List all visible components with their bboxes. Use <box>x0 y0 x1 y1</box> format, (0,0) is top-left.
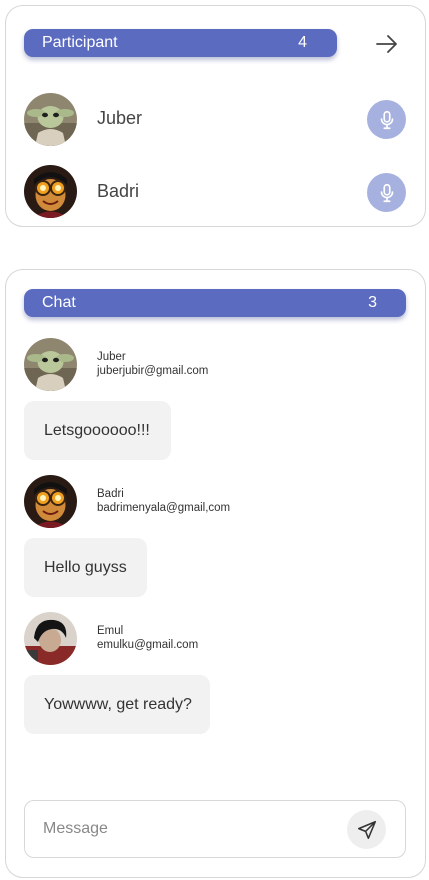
yoda-avatar <box>24 338 77 391</box>
message-bubble: Letsgoooooo!!! <box>24 401 171 460</box>
message-sender-email: emulku@gmail.com <box>97 639 199 651</box>
participant-name: Badri <box>97 181 140 201</box>
mic-icon <box>380 183 393 202</box>
message-input[interactable] <box>43 818 333 840</box>
arrow-right-icon[interactable] <box>372 31 402 57</box>
message-sender-name: Badri <box>97 488 124 500</box>
message-sender-email: juberjubir@gmail.com <box>97 365 209 377</box>
mic-icon <box>380 110 393 129</box>
send-button[interactable] <box>347 810 386 849</box>
participants-title: Participant <box>42 34 118 51</box>
goggles-avatar <box>24 475 77 528</box>
message-sender-email: badrimenyala@gmail,com <box>97 502 231 514</box>
chat-header: Chat 3 <box>24 289 406 317</box>
message-bubble: Hello guyss <box>24 538 147 597</box>
message-sender-name: Emul <box>97 625 124 637</box>
participants-card: Participant 4 Juber Badri <box>5 5 426 227</box>
send-icon <box>357 820 376 839</box>
dark-hair-avatar <box>24 612 77 665</box>
participant-row: Juber <box>6 92 425 148</box>
chat-card: Chat 3 Juber juberjubir@gmail.com Letsgo… <box>5 269 426 878</box>
goggles-avatar <box>24 165 77 218</box>
message-input-container <box>24 800 406 858</box>
participants-header: Participant 4 <box>24 29 337 57</box>
mic-button[interactable] <box>367 100 406 139</box>
participant-name: Juber <box>97 108 143 128</box>
message-sender-name: Juber <box>97 351 126 363</box>
participants-count: 4 <box>298 34 307 51</box>
participant-row: Badri <box>6 165 425 221</box>
chat-title: Chat <box>42 294 76 311</box>
mic-button[interactable] <box>367 173 406 212</box>
chat-count: 3 <box>368 294 377 311</box>
yoda-avatar <box>24 93 77 146</box>
message-bubble: Yowwww, get ready? <box>24 675 210 734</box>
